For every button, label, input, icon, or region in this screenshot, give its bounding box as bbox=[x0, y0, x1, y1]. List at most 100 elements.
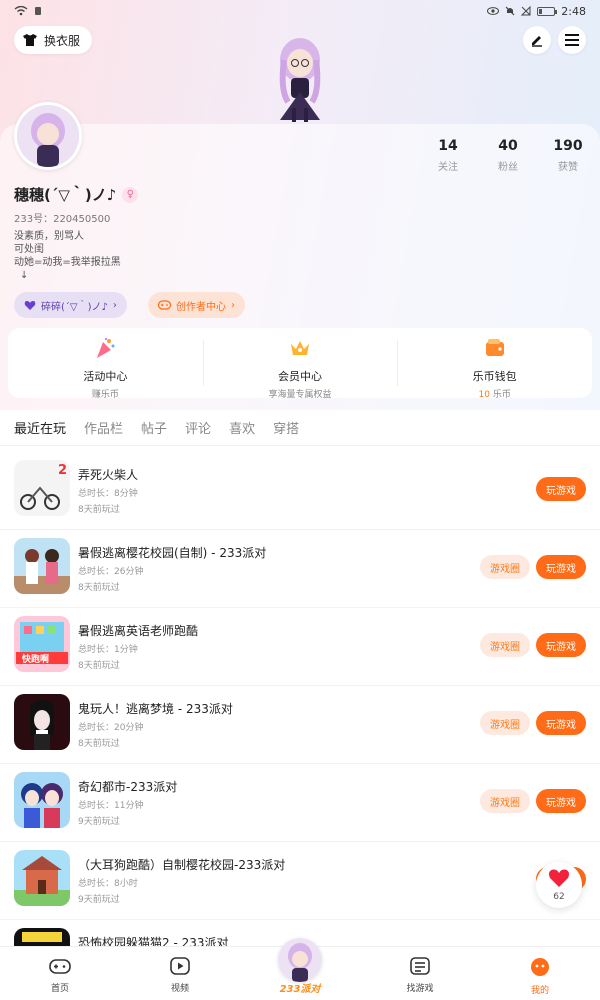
game-name: 鬼玩人！逃离梦境 - 233派对 bbox=[78, 702, 233, 716]
bio-line: 没素质，别骂人 bbox=[14, 231, 84, 242]
play-game-button[interactable]: 玩游戏 bbox=[536, 633, 586, 657]
game-last-played: 8天前玩过 bbox=[78, 661, 120, 671]
quick-actions: 活动中心 赚乐币 会员中心 享海量专属权益 乐币钱包 10 乐币 bbox=[8, 328, 592, 400]
stat-followers-label: 粉丝 bbox=[498, 162, 518, 173]
character-3d-avatar[interactable] bbox=[262, 30, 338, 126]
status-bar: 2:48 bbox=[0, 0, 600, 22]
status-time: 2:48 bbox=[561, 4, 586, 18]
game-name: 暑假逃离英语老师跑酷 bbox=[78, 624, 199, 638]
mute-icon bbox=[505, 6, 515, 16]
game-last-played: 8天前玩过 bbox=[78, 583, 120, 593]
stats-row: 14 关注 40 粉丝 190 获赞 bbox=[418, 138, 598, 173]
nav-video[interactable]: 视频 bbox=[120, 947, 240, 1000]
group-tag-pill[interactable]: 碎碎(´▽｀)ノ♪ › bbox=[14, 292, 127, 318]
status-right: 2:48 bbox=[487, 5, 586, 18]
play-game-button[interactable]: 玩游戏 bbox=[536, 711, 586, 735]
svg-text:2: 2 bbox=[58, 463, 67, 478]
chevron-right-icon: › bbox=[112, 299, 117, 311]
stat-followers-value: 40 bbox=[498, 138, 518, 154]
game-duration: 总时长：8小时 bbox=[78, 879, 138, 889]
nav-find-games-label: 找游戏 bbox=[406, 984, 434, 994]
nickname: 穗穗(´▽｀)ノ♪ bbox=[14, 186, 117, 204]
eye-icon bbox=[487, 7, 500, 15]
stat-followers[interactable]: 40 粉丝 bbox=[478, 138, 538, 173]
coin-wallet[interactable]: 乐币钱包 10 乐币 bbox=[397, 328, 592, 400]
chevron-right-icon: › bbox=[231, 299, 235, 311]
game-thumbnail bbox=[14, 772, 70, 828]
game-thumbnail bbox=[14, 538, 70, 594]
list-icon bbox=[410, 957, 430, 975]
vip-center-title: 会员中心 bbox=[278, 370, 322, 383]
coin-balance: 10 bbox=[478, 390, 490, 400]
game-circle-button[interactable]: 游戏圈 bbox=[480, 633, 530, 657]
list-item[interactable]: 2 弄死火柴人 总时长：8分钟 8天前玩过 玩游戏 bbox=[0, 452, 600, 530]
gamepad-icon bbox=[49, 959, 71, 974]
tshirt-icon bbox=[23, 34, 37, 46]
nav-home-label: 首页 bbox=[50, 984, 69, 994]
creator-center-label: 创作者中心 bbox=[176, 301, 226, 313]
play-game-button[interactable]: 玩游戏 bbox=[536, 477, 586, 501]
activity-center[interactable]: 活动中心 赚乐币 bbox=[8, 328, 203, 400]
tab-recent-played[interactable]: 最近在玩 bbox=[14, 418, 66, 437]
bio-line: 动她=动我=我举报拉黑 bbox=[14, 257, 121, 268]
list-item[interactable]: 暑假逃离樱花校园(自制) - 233派对 总时长：26分钟 8天前玩过 游戏圈 … bbox=[0, 530, 600, 608]
wifi-icon bbox=[14, 6, 28, 16]
game-last-played: 8天前玩过 bbox=[78, 739, 120, 749]
game-thumbnail: 2 bbox=[14, 460, 70, 516]
list-item[interactable]: 鬼玩人！逃离梦境 - 233派对 总时长：20分钟 8天前玩过 游戏圈 玩游戏 bbox=[0, 686, 600, 764]
bio: 没素质，别骂人 可处闺 动她=动我=我举报拉黑 ↓ bbox=[14, 230, 121, 282]
edit-profile-button[interactable] bbox=[523, 26, 551, 54]
tab-outfits[interactable]: 穿搭 bbox=[273, 418, 299, 437]
signal-off-icon bbox=[521, 6, 531, 16]
vip-center-sub: 享海量专属权益 bbox=[203, 387, 398, 400]
tab-works[interactable]: 作品栏 bbox=[84, 418, 123, 437]
profile-face-icon bbox=[531, 958, 549, 976]
status-left bbox=[14, 6, 42, 16]
play-game-button[interactable]: 玩游戏 bbox=[536, 789, 586, 813]
stat-following-label: 关注 bbox=[438, 162, 458, 173]
nav-home[interactable]: 首页 bbox=[0, 947, 120, 1000]
stat-likes[interactable]: 190 获赞 bbox=[538, 138, 598, 173]
game-thumbnail bbox=[14, 694, 70, 750]
party-avatar-icon[interactable] bbox=[278, 938, 322, 982]
stat-following-value: 14 bbox=[438, 138, 458, 154]
activity-center-sub-text: 赚乐币 bbox=[91, 390, 119, 400]
female-icon: ♀ bbox=[122, 186, 139, 203]
bio-line: ↓ bbox=[20, 270, 29, 281]
tab-comments[interactable]: 评论 bbox=[185, 418, 211, 437]
list-item[interactable]: 奇幻都市-233派对 总时长：11分钟 9天前玩过 游戏圈 玩游戏 bbox=[0, 764, 600, 842]
game-circle-button[interactable]: 游戏圈 bbox=[480, 789, 530, 813]
menu-button[interactable] bbox=[558, 26, 586, 54]
floating-like-button[interactable]: 62 bbox=[536, 862, 582, 908]
game-circle-button[interactable]: 游戏圈 bbox=[480, 555, 530, 579]
game-name: （大耳狗跑酷）自制樱花校园-233派对 bbox=[78, 858, 286, 872]
nav-me[interactable]: 我的 bbox=[480, 947, 600, 1000]
user-id[interactable]: 233号：220450500 bbox=[14, 210, 110, 225]
nav-find-games[interactable]: 找游戏 bbox=[360, 947, 480, 1000]
battery-icon bbox=[537, 6, 558, 16]
tab-posts[interactable]: 帖子 bbox=[141, 418, 167, 437]
game-circle-button[interactable]: 游戏圈 bbox=[480, 711, 530, 735]
sim-icon bbox=[35, 7, 41, 15]
change-outfit-button[interactable]: 换衣服 bbox=[14, 26, 93, 54]
tab-likes[interactable]: 喜欢 bbox=[229, 418, 255, 437]
list-item[interactable]: 快跑啊 暑假逃离英语老师跑酷 总时长：1分钟 8天前玩过 游戏圈 玩游戏 bbox=[0, 608, 600, 686]
game-last-played: 8天前玩过 bbox=[78, 505, 120, 515]
wallet-icon bbox=[485, 339, 504, 356]
list-item[interactable]: （大耳狗跑酷）自制樱花校园-233派对 总时长：8小时 9天前玩过 玩游戏 bbox=[0, 842, 600, 920]
coin-wallet-sub-text: 乐币 bbox=[492, 390, 511, 400]
profile-tabs: 最近在玩 作品栏 帖子 评论 喜欢 穿搭 bbox=[0, 410, 600, 446]
activity-center-title: 活动中心 bbox=[83, 370, 128, 383]
stat-likes-label: 获赞 bbox=[558, 162, 578, 173]
group-tag-label: 碎碎(´▽｀)ノ♪ bbox=[41, 301, 108, 313]
vip-center[interactable]: 会员中心 享海量专属权益 bbox=[202, 328, 398, 400]
game-name: 奇幻都市-233派对 bbox=[78, 780, 178, 794]
play-game-button[interactable]: 玩游戏 bbox=[536, 555, 586, 579]
game-duration: 总时长：1分钟 bbox=[78, 645, 138, 655]
creator-center-pill[interactable]: 创作者中心 › bbox=[148, 292, 245, 318]
party-popper-icon bbox=[97, 338, 115, 358]
stat-following[interactable]: 14 关注 bbox=[418, 138, 478, 173]
avatar[interactable] bbox=[14, 102, 82, 170]
game-duration: 总时长：8分钟 bbox=[78, 489, 138, 499]
heart-icon bbox=[24, 300, 36, 310]
